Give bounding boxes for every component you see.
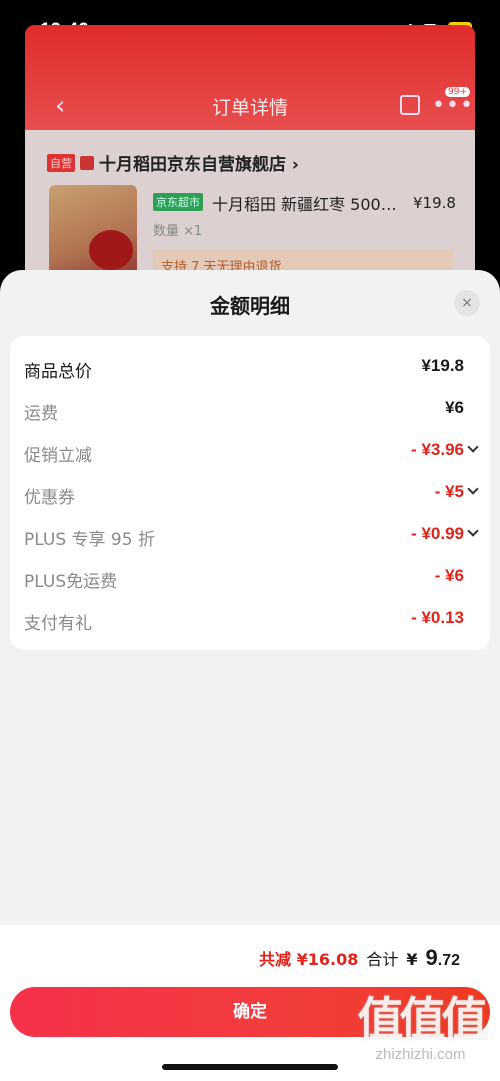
row-label: 优惠券	[24, 488, 75, 508]
background-header: ‹ 订单详情 ••• 99+	[25, 25, 475, 135]
chevron-down-icon[interactable]	[467, 441, 479, 453]
price-summary: 共减 ¥16.08 合计 ¥ 9 .72	[259, 945, 460, 971]
channel-tag: 京东超市	[153, 193, 203, 211]
chevron-down-icon[interactable]	[467, 483, 479, 495]
row-label: 商品总价	[24, 362, 92, 382]
background-order-page: ‹ 订单详情 ••• 99+ 自营 十月稻田京东自营旗舰店 › 京东超市 十月稻…	[25, 25, 475, 285]
row-value: - ¥0.13	[411, 608, 464, 627]
row-coupon[interactable]: 优惠券 - ¥5	[10, 473, 490, 515]
row-shipping: 运费 ¥6	[10, 389, 490, 431]
row-label: PLUS免运费	[24, 572, 118, 592]
row-plus-discount[interactable]: PLUS 专享 95 折 - ¥0.99	[10, 515, 490, 557]
sheet-title: 金额明细	[210, 294, 290, 318]
total-saving: 共减 ¥16.08	[259, 950, 359, 969]
watermark-logo: 值值值	[357, 992, 488, 1046]
row-value: - ¥0.99	[411, 524, 464, 543]
home-indicator[interactable]	[162, 1064, 338, 1070]
watermark-url: zhizhizhi.com	[375, 1046, 466, 1063]
row-plus-free-shipping: PLUS免运费 - ¥6	[10, 557, 490, 599]
product-image-fruit	[89, 230, 133, 270]
row-label: 支付有礼	[24, 614, 92, 634]
total-currency: ¥	[406, 950, 418, 969]
row-payment-gift: 支付有礼 - ¥0.13	[10, 599, 490, 641]
shop-name: 十月稻田京东自营旗舰店 ›	[99, 155, 299, 175]
amount-detail-sheet: 金额明细 × 商品总价 ¥19.8 运费 ¥6 促销立减 - ¥3.96 优惠券…	[0, 270, 500, 1081]
row-label: 运费	[24, 404, 58, 424]
product-quantity: 数量 ×1	[153, 224, 203, 239]
row-item-total: 商品总价 ¥19.8	[10, 347, 490, 389]
row-value: - ¥5	[434, 482, 464, 501]
row-promotion[interactable]: 促销立减 - ¥3.96	[10, 431, 490, 473]
total-integer: 9	[425, 945, 438, 970]
row-value: ¥19.8	[421, 356, 464, 375]
background-order-card: 自营 十月稻田京东自营旗舰店 › 京东超市 十月稻田 新疆红枣 500… ¥19…	[25, 130, 475, 285]
site-watermark: 值值值 zhizhizhi.com	[348, 994, 493, 1063]
chevron-down-icon[interactable]	[467, 525, 479, 537]
more-badge: 99+	[445, 87, 470, 97]
product-price: ¥19.8	[413, 194, 456, 212]
row-value: - ¥3.96	[411, 440, 464, 459]
row-value: ¥6	[445, 398, 464, 417]
amount-detail-card: 商品总价 ¥19.8 运费 ¥6 促销立减 - ¥3.96 优惠券 - ¥5 P…	[10, 336, 490, 650]
total-label: 合计	[366, 950, 399, 969]
close-icon[interactable]: ×	[454, 290, 480, 316]
share-icon[interactable]	[400, 95, 420, 115]
shop-row[interactable]: 自营 十月稻田京东自营旗舰店 ›	[47, 150, 299, 175]
store-icon	[80, 155, 94, 170]
self-operated-tag: 自营	[47, 153, 75, 172]
product-name: 十月稻田 新疆红枣 500…	[212, 195, 397, 214]
row-value: - ¥6	[434, 566, 464, 585]
total-decimal: .72	[437, 952, 460, 969]
row-label: 促销立减	[24, 446, 92, 466]
row-label: PLUS 专享 95 折	[24, 530, 155, 550]
